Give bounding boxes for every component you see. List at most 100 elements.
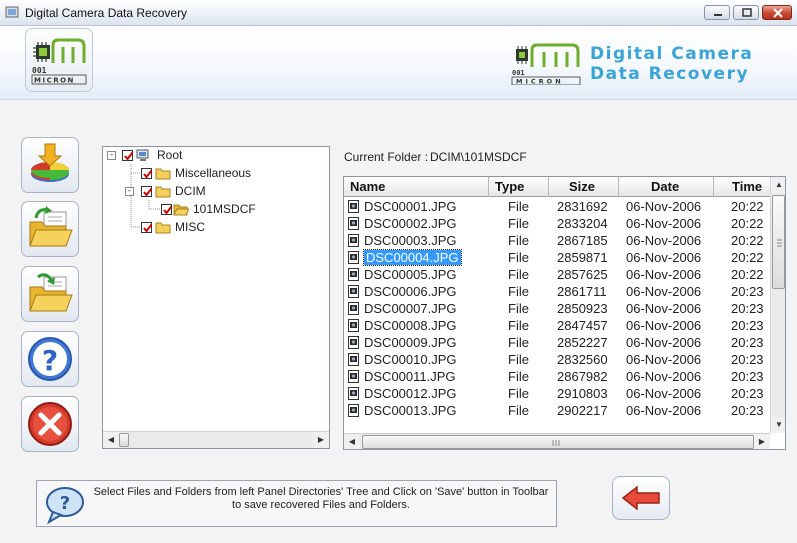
maximize-button[interactable] (733, 5, 759, 20)
checkbox-checked[interactable] (141, 168, 153, 179)
file-type: File (508, 199, 529, 214)
file-time: 20:23 (731, 318, 764, 333)
column-header-size[interactable]: Size (549, 177, 619, 197)
back-button[interactable] (612, 476, 670, 520)
file-date: 06-Nov-2006 (626, 301, 702, 316)
file-row[interactable]: DSC00006.JPG File 2861711 06-Nov-2006 20:23 (344, 283, 770, 300)
column-header-time[interactable]: Time (714, 177, 774, 197)
svg-text:001: 001 (512, 69, 525, 77)
file-time: 20:23 (731, 335, 764, 350)
file-name: DSC00005.JPG (364, 267, 457, 282)
file-size: 2861711 (557, 284, 607, 299)
exit-button[interactable] (21, 396, 79, 452)
file-name: DSC00004.JPG (363, 249, 462, 266)
column-header-type[interactable]: Type (489, 177, 549, 197)
scroll-thumb[interactable] (362, 435, 754, 449)
file-time: 20:22 (731, 233, 764, 248)
question-icon: ? (28, 337, 72, 381)
image-file-icon (348, 353, 359, 366)
close-icon (773, 8, 783, 18)
file-name: DSC00003.JPG (364, 233, 457, 248)
file-list[interactable]: Name Type Size Date Time DSC00001.JPG Fil… (343, 176, 786, 450)
app-icon (5, 6, 19, 18)
hint-text: Select Files and Folders from left Panel… (93, 486, 549, 511)
file-size: 2831692 (557, 199, 608, 214)
file-row[interactable]: DSC00003.JPG File 2867185 06-Nov-2006 20:22 (344, 232, 770, 249)
file-name: DSC00011.JPG (364, 369, 456, 384)
scroll-left-button[interactable]: ◀ (344, 434, 360, 449)
collapse-toggle[interactable]: - (125, 187, 134, 196)
file-time: 20:23 (731, 369, 764, 384)
file-row[interactable]: DSC00012.JPG File 2910803 06-Nov-2006 20:23 (344, 385, 770, 402)
help-bubble-icon: ? (46, 487, 84, 525)
tree-horizontal-scrollbar[interactable]: ◀ ▶ (103, 431, 329, 448)
image-file-icon (348, 285, 359, 298)
image-file-icon (348, 268, 359, 281)
scroll-down-button[interactable]: ▼ (771, 417, 785, 433)
file-size: 2852227 (557, 335, 608, 350)
scroll-left-button[interactable]: ◀ (103, 432, 119, 448)
checkbox-checked[interactable] (122, 150, 134, 161)
list-vertical-scrollbar[interactable]: ▲ ▼ (770, 177, 785, 433)
app-window: Digital Camera Data Recovery 001 MICRON (0, 0, 797, 543)
checkbox-checked[interactable] (141, 186, 153, 197)
column-header-date[interactable]: Date (619, 177, 714, 197)
back-arrow-icon (621, 485, 660, 511)
file-row[interactable]: DSC00013.JPG File 2902217 06-Nov-2006 20:23 (344, 402, 770, 419)
collapse-toggle[interactable]: - (107, 151, 116, 160)
file-name: DSC00013.JPG (364, 403, 457, 418)
current-folder-label: Current Folder : (344, 150, 429, 164)
scroll-up-button[interactable]: ▲ (771, 177, 785, 193)
checkbox-checked[interactable] (161, 204, 173, 215)
file-name: DSC00008.JPG (364, 318, 457, 333)
file-size: 2850923 (557, 301, 608, 316)
title-bar[interactable]: Digital Camera Data Recovery (0, 0, 797, 26)
file-name: DSC00009.JPG (364, 335, 457, 350)
computer-icon (136, 149, 149, 161)
file-row[interactable]: DSC00005.JPG File 2857625 06-Nov-2006 20:22 (344, 266, 770, 283)
column-header-name[interactable]: Name (344, 177, 489, 197)
file-name: DSC00006.JPG (364, 284, 457, 299)
file-date: 06-Nov-2006 (626, 284, 702, 299)
minimize-button[interactable] (704, 5, 730, 20)
tree-node-root[interactable]: - Root (107, 147, 307, 165)
file-date: 06-Nov-2006 (626, 216, 702, 231)
file-type: File (508, 369, 529, 384)
save-pie-download-icon (31, 143, 69, 182)
tree-node-101msdcf[interactable]: 101MSDCF (161, 201, 321, 219)
directory-tree[interactable]: - Root Miscellaneous - DCIM 101MSDCF MIS… (102, 146, 330, 449)
file-row[interactable]: DSC00002.JPG File 2833204 06-Nov-2006 20:22 (344, 215, 770, 232)
file-row[interactable]: DSC00008.JPG File 2847457 06-Nov-2006 20:23 (344, 317, 770, 334)
scroll-thumb[interactable] (119, 433, 129, 447)
file-name: DSC00007.JPG (364, 301, 457, 316)
tree-node-miscellaneous[interactable]: Miscellaneous (141, 165, 321, 183)
file-name: DSC00012.JPG (364, 386, 457, 401)
file-row[interactable]: DSC00007.JPG File 2850923 06-Nov-2006 20:23 (344, 300, 770, 317)
open-folder-arrow-icon (29, 273, 73, 312)
file-date: 06-Nov-2006 (626, 335, 702, 350)
checkbox-checked[interactable] (141, 222, 153, 233)
file-row[interactable]: DSC00001.JPG File 2831692 06-Nov-2006 20:22 (344, 198, 770, 215)
grip-icon (777, 239, 782, 247)
close-window-button[interactable] (762, 5, 792, 20)
file-row[interactable]: DSC00010.JPG File 2832560 06-Nov-2006 20:23 (344, 351, 770, 368)
file-date: 06-Nov-2006 (626, 403, 702, 418)
file-size: 2859871 (557, 250, 608, 265)
list-horizontal-scrollbar[interactable]: ◀ ▶ (344, 433, 770, 449)
file-row[interactable]: DSC00009.JPG File 2852227 06-Nov-2006 20:23 (344, 334, 770, 351)
hint-box: ? Select Files and Folders from left Pan… (36, 480, 557, 527)
save-button[interactable] (21, 137, 79, 193)
help-button[interactable]: ? (21, 331, 79, 387)
open-folder-button[interactable] (21, 201, 79, 257)
file-row[interactable]: DSC00004.JPG File 2859871 06-Nov-2006 20:22 (344, 249, 770, 266)
file-row[interactable]: DSC00011.JPG File 2867982 06-Nov-2006 20:23 (344, 368, 770, 385)
tree-node-dcim[interactable]: - DCIM (125, 183, 305, 201)
image-file-icon (348, 319, 359, 332)
scroll-thumb[interactable] (772, 195, 785, 289)
scroll-right-button[interactable]: ▶ (754, 434, 770, 449)
open-folder-2-button[interactable] (21, 266, 79, 322)
file-date: 06-Nov-2006 (626, 267, 702, 282)
tree-node-misc[interactable]: MISC (141, 219, 301, 237)
scroll-right-button[interactable]: ▶ (313, 432, 329, 448)
list-header: Name Type Size Date Time (344, 177, 770, 197)
